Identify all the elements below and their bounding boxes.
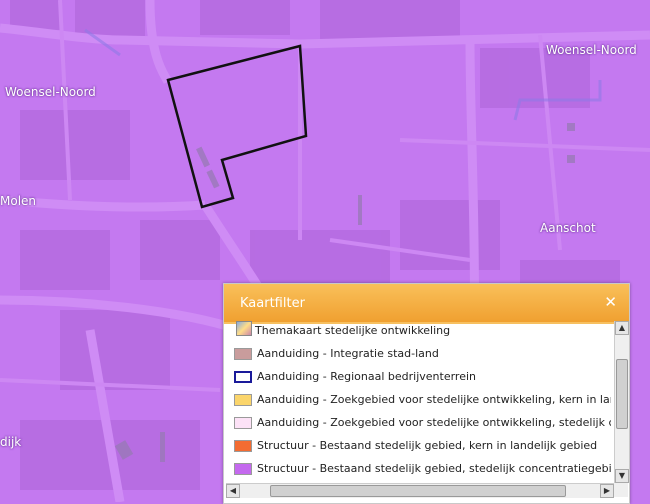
legend-swatch bbox=[234, 394, 252, 406]
vertical-scroll-thumb[interactable] bbox=[616, 359, 628, 429]
legend-label: Aanduiding - Zoekgebied voor stedelijke … bbox=[257, 393, 611, 406]
place-label-molen: Molen bbox=[0, 194, 37, 208]
legend-swatch bbox=[234, 463, 252, 475]
scroll-left-icon[interactable]: ◀ bbox=[226, 484, 240, 498]
place-label-woensel-noord-left: Woensel-Noord bbox=[5, 85, 96, 99]
horizontal-scrollbar[interactable]: ◀ ▶ bbox=[226, 483, 614, 498]
panel-title: Kaartfilter bbox=[240, 296, 305, 311]
legend-swatch bbox=[234, 417, 252, 429]
legend-label: Aanduiding - Integratie stad-land bbox=[257, 347, 439, 360]
legend-swatch bbox=[234, 371, 252, 383]
close-icon[interactable]: ✕ bbox=[604, 293, 617, 311]
legend-item[interactable]: Aanduiding - Integratie stad-land bbox=[226, 344, 611, 366]
legend-item[interactable]: Aanduiding - Zoekgebied voor stedelijke … bbox=[226, 390, 611, 412]
scroll-corner bbox=[614, 483, 628, 497]
legend-item[interactable]: Structuur - Bestaand stedelijk gebied, s… bbox=[226, 459, 611, 479]
vertical-scrollbar[interactable]: ▲ ▼ bbox=[614, 321, 629, 483]
legend-label: Aanduiding - Zoekgebied voor stedelijke … bbox=[257, 416, 611, 429]
legend-label: Structuur - Bestaand stedelijk gebied, k… bbox=[257, 439, 598, 452]
scroll-right-icon[interactable]: ▶ bbox=[600, 484, 614, 498]
place-label-aanschot: Aanschot bbox=[540, 221, 596, 235]
legend-label: Aanduiding - Regionaal bedrijventerrein bbox=[257, 370, 476, 383]
theme-label: Themakaart stedelijke ontwikkeling bbox=[255, 324, 451, 337]
place-label-woensel-noord-right: Woensel-Noord bbox=[546, 43, 637, 57]
panel-header: Kaartfilter ✕ bbox=[224, 284, 629, 324]
legend-list: Themakaart stedelijke ontwikkeling Aandu… bbox=[226, 321, 611, 479]
kaartfilter-panel: Kaartfilter ✕ Themakaart stedelijke ontw… bbox=[223, 283, 630, 504]
place-label-partial: dijk bbox=[0, 435, 22, 449]
scroll-up-icon[interactable]: ▲ bbox=[615, 321, 629, 335]
legend-item[interactable]: Aanduiding - Regionaal bedrijventerrein bbox=[226, 367, 611, 389]
legend-swatch bbox=[234, 440, 252, 452]
theme-map-icon bbox=[236, 321, 252, 336]
legend-item[interactable]: Aanduiding - Zoekgebied voor stedelijke … bbox=[226, 413, 611, 435]
horizontal-scroll-thumb[interactable] bbox=[270, 485, 566, 497]
legend-theme-row[interactable]: Themakaart stedelijke ontwikkeling bbox=[226, 321, 611, 343]
legend-label: Structuur - Bestaand stedelijk gebied, s… bbox=[257, 462, 611, 475]
legend-swatch bbox=[234, 348, 252, 360]
scroll-down-icon[interactable]: ▼ bbox=[615, 469, 629, 483]
legend-item[interactable]: Structuur - Bestaand stedelijk gebied, k… bbox=[226, 436, 611, 458]
